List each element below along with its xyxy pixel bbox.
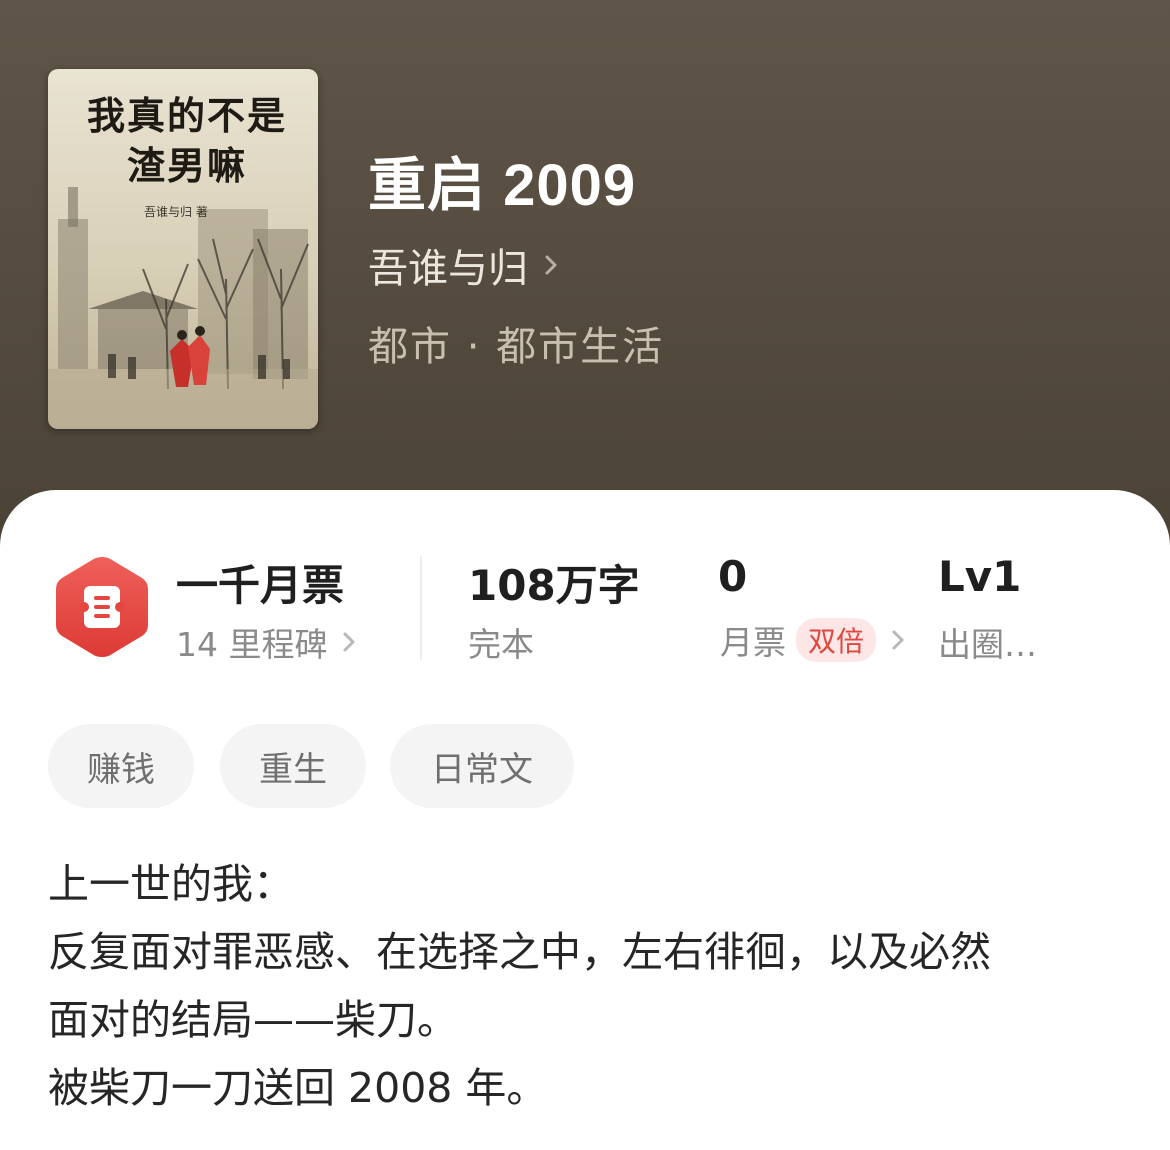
chevron-right-icon [892, 630, 904, 650]
synopsis-line: 上一世的我： [48, 860, 294, 908]
cover-title-text: 我真的不是 渣男嘛 [86, 93, 287, 188]
author-name: 吾谁与归 [368, 246, 528, 292]
monthly-ticket-link[interactable]: 月票 双倍 [720, 616, 904, 664]
chevron-right-icon [545, 255, 557, 275]
stat-divider [420, 556, 422, 660]
synopsis[interactable]: 上一世的我： 反复面对罪恶感、在选择之中，左右徘徊，以及必然 面对的结局——柴刀… [48, 850, 1128, 1122]
book-title: 重启 2009 [368, 153, 637, 218]
tag-chip[interactable]: 赚钱 [48, 724, 194, 808]
monthly-ticket-count: 0 [718, 552, 748, 601]
book-header: 我真的不是 渣男嘛 吾谁与归 著 重启 2009 吾谁与归 都市 · 都市生活 [0, 0, 1170, 560]
milestone-title: 一千月票 [176, 561, 345, 610]
ticket-hexagon-icon[interactable] [54, 554, 150, 660]
completion-status: 完本 [468, 625, 534, 664]
monthly-ticket-label: 月票 [720, 623, 786, 662]
fan-level: Lv1 [938, 552, 1022, 601]
milestone-count: 14 里程碑 [176, 625, 328, 664]
book-detail-page: 我真的不是 渣男嘛 吾谁与归 著 重启 2009 吾谁与归 都市 · 都市生活 [0, 0, 1170, 1150]
synopsis-line: 被柴刀一刀送回 2008 年。 [48, 1064, 548, 1112]
tag-chip[interactable]: 重生 [220, 724, 366, 808]
chevron-right-icon [343, 632, 355, 652]
double-badge: 双倍 [796, 618, 877, 662]
synopsis-line: 反复面对罪恶感、在选择之中，左右徘徊，以及必然 [48, 928, 991, 976]
tag-chip[interactable]: 日常文 [390, 724, 574, 808]
fan-level-label[interactable]: 出圈… [938, 618, 1037, 666]
author-link[interactable]: 吾谁与归 [368, 236, 558, 294]
word-count: 108万字 [468, 561, 640, 610]
cover-author-text: 吾谁与归 著 [144, 205, 208, 219]
info-panel: 一千月票 14 里程碑 108万字 完本 0 月票 双倍 Lv1 出圈… 赚钱 … [0, 490, 1170, 1150]
synopsis-line: 面对的结局——柴刀。 [48, 996, 458, 1044]
milestone-link[interactable]: 14 里程碑 [176, 618, 355, 666]
book-cover[interactable]: 我真的不是 渣男嘛 吾谁与归 著 [48, 69, 318, 429]
genre-text: 都市 · 都市生活 [368, 324, 665, 370]
